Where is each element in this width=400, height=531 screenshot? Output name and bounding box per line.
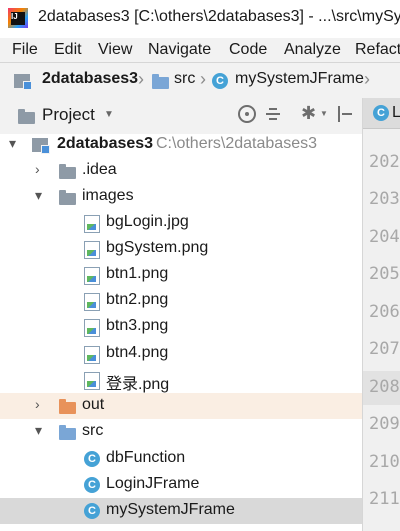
menu-refactor[interactable]: Refact (355, 41, 400, 59)
breadcrumb-separator-icon: › (364, 69, 370, 89)
line-number: 210 (369, 452, 400, 472)
breadcrumb-separator-icon: › (200, 69, 206, 89)
java-class-icon: C (84, 503, 100, 519)
folder-icon (59, 190, 76, 205)
tree-item-bglogin[interactable]: bgLogin.jpg (0, 210, 362, 236)
image-file-icon (84, 293, 100, 311)
tree-item-bgsystem[interactable]: bgSystem.png (0, 236, 362, 262)
toolwindow-title[interactable]: Project (42, 105, 95, 125)
locate-file-icon[interactable] (238, 105, 256, 123)
title-bar: 2databases3 [C:\others\2databases3] - ..… (0, 0, 400, 38)
java-class-icon: C (84, 451, 100, 467)
breadcrumb-separator-icon: › (138, 69, 144, 89)
tree-item-label: btn4.png (106, 344, 169, 361)
image-file-icon (84, 319, 100, 337)
menu-analyze[interactable]: Analyze (284, 41, 341, 59)
line-number: 203 (369, 189, 400, 209)
window-title: 2databases3 [C:\others\2databases3] - ..… (38, 8, 400, 25)
image-file-icon (84, 267, 100, 285)
module-folder-icon (14, 74, 32, 90)
tree-item-src[interactable]: ▾ src (0, 419, 362, 445)
tree-item-label: .idea (82, 161, 117, 178)
menu-navigate[interactable]: Navigate (148, 41, 211, 59)
tree-item-btn1[interactable]: btn1.png (0, 262, 362, 288)
editor-tab-label: L (392, 104, 400, 121)
menu-code[interactable]: Code (229, 41, 267, 59)
expand-arrow-icon[interactable]: › (35, 161, 40, 177)
breadcrumb-src[interactable]: src (174, 70, 195, 88)
source-folder-icon (59, 425, 76, 440)
tree-item-label: mySystemJFrame (106, 501, 235, 518)
tree-item-btn2[interactable]: btn2.png (0, 288, 362, 314)
hide-panel-icon[interactable] (338, 106, 352, 122)
tree-item-label: bgSystem.png (106, 239, 209, 256)
line-number: 207 (369, 339, 400, 359)
tree-item-images[interactable]: ▾ images (0, 184, 362, 210)
java-class-icon: C (373, 105, 389, 121)
tree-item-label: btn3.png (106, 317, 169, 334)
breadcrumb-project[interactable]: 2databases3 (42, 70, 138, 88)
tree-item-mysystemjframe[interactable]: C mySystemJFrame (0, 498, 362, 524)
project-toolwindow-header: Project ▼ ✱ ▼ (0, 98, 362, 135)
editor-area: C L 202 203 204 205 206 207 208 209 210 … (362, 98, 400, 531)
tree-item-btn3[interactable]: btn3.png (0, 314, 362, 340)
tree-item-label: src (82, 422, 104, 439)
breadcrumb: 2databases3 › src › C mySystemJFrame › (0, 62, 400, 100)
tree-root-row[interactable]: ▾ 2databases3 C:\others\2databases3 (0, 132, 362, 158)
java-class-icon: C (84, 477, 100, 493)
tree-item-btn4[interactable]: btn4.png (0, 341, 362, 367)
java-class-icon: C (212, 73, 228, 89)
settings-gear-icon[interactable]: ✱ (301, 103, 316, 124)
tree-item-label: images (82, 187, 134, 204)
image-file-icon (84, 241, 100, 259)
collapse-arrow-icon[interactable]: ▾ (9, 135, 16, 152)
line-number: 208 (369, 377, 400, 397)
collapse-arrow-icon[interactable]: ▾ (35, 187, 42, 204)
tree-item-loginjframe[interactable]: C LoginJFrame (0, 472, 362, 498)
intellij-app-icon (8, 8, 28, 28)
excluded-folder-icon (59, 399, 76, 414)
expand-arrow-icon[interactable]: › (35, 396, 40, 412)
settings-dropdown-icon[interactable]: ▼ (320, 109, 328, 118)
tree-item-label: bgLogin.jpg (106, 213, 189, 230)
module-folder-icon (32, 138, 50, 154)
tree-item-idea[interactable]: › .idea (0, 158, 362, 184)
tree-root-name: 2databases3 (57, 135, 154, 152)
tree-item-label: btn2.png (106, 291, 169, 308)
line-number: 205 (369, 264, 400, 284)
project-tree: ▾ 2databases3 C:\others\2databases3 › .i… (0, 134, 362, 531)
tree-item-label: 登录.png (106, 376, 170, 393)
tree-item-label: btn1.png (106, 265, 169, 282)
line-number: 202 (369, 152, 400, 172)
breadcrumb-file[interactable]: mySystemJFrame (235, 70, 364, 88)
image-file-icon (84, 215, 100, 233)
tree-item-label: dbFunction (106, 449, 186, 466)
view-dropdown-icon[interactable]: ▼ (104, 109, 114, 120)
image-file-icon (84, 346, 100, 364)
collapse-all-icon[interactable] (266, 106, 280, 122)
line-number: 209 (369, 414, 400, 434)
menu-bar: File Edit View Navigate Code Analyze Ref… (0, 38, 400, 62)
tree-item-dbfunction[interactable]: C dbFunction (0, 446, 362, 472)
menu-edit[interactable]: Edit (54, 41, 82, 59)
line-number: 204 (369, 227, 400, 247)
image-file-icon (84, 372, 100, 390)
tree-root-path: C:\others\2databases3 (156, 135, 317, 152)
tree-item-label: LoginJFrame (106, 475, 200, 492)
tree-item-login-png[interactable]: 登录.png (0, 367, 362, 393)
menu-view[interactable]: View (98, 41, 132, 59)
collapse-arrow-icon[interactable]: ▾ (35, 422, 42, 439)
tree-item-label: out (82, 396, 105, 413)
menu-file[interactable]: File (12, 41, 38, 59)
folder-icon (152, 74, 169, 89)
editor-tab[interactable]: C L (363, 98, 400, 129)
line-number: 211 (369, 489, 400, 509)
project-view-icon (18, 109, 35, 124)
line-number: 206 (369, 302, 400, 322)
tree-item-out[interactable]: › out (0, 393, 362, 419)
folder-icon (59, 164, 76, 179)
